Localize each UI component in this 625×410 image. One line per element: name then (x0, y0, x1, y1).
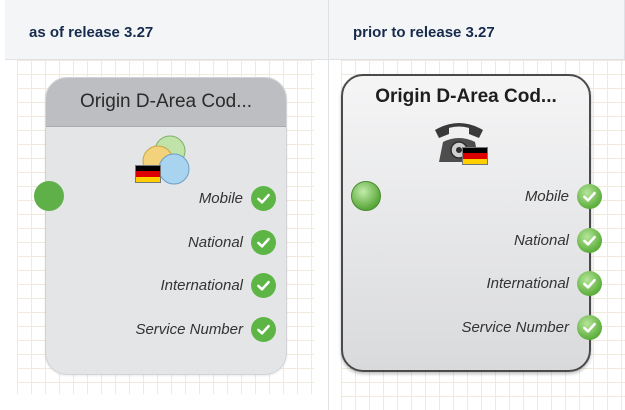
input-port[interactable] (34, 181, 64, 211)
german-flag-icon (463, 148, 487, 164)
check-icon (251, 229, 276, 255)
check-icon (251, 316, 276, 342)
output-service-number[interactable]: Service Number (461, 314, 602, 340)
check-icon (577, 227, 602, 253)
check-icon (577, 270, 602, 296)
node-title: Origin D-Area Cod... (46, 78, 286, 127)
output-international[interactable]: International (486, 270, 602, 296)
column-header-new-text: as of release 3.27 (29, 24, 154, 41)
cell-old-node: Origin D-Area Cod... Mobile National Int… (329, 60, 625, 410)
check-icon (251, 272, 276, 298)
node-origin-d-area-code-old[interactable]: Origin D-Area Cod... Mobile National Int… (341, 74, 602, 372)
column-header-new: as of release 3.27 (5, 0, 329, 60)
output-national[interactable]: National (514, 227, 602, 253)
column-header-old: prior to release 3.27 (329, 0, 625, 60)
output-label: Mobile (198, 189, 243, 207)
check-icon (577, 314, 602, 340)
telephone-with-german-flag-icon (429, 112, 489, 170)
node-origin-d-area-code-new[interactable]: Origin D-Area Cod... Mobile National Int… (45, 77, 287, 375)
output-label: National (513, 231, 569, 249)
output-label: Mobile (524, 187, 569, 205)
check-icon (577, 183, 602, 209)
output-national[interactable]: National (188, 229, 276, 255)
output-mobile[interactable]: Mobile (199, 185, 276, 211)
input-port[interactable] (351, 181, 381, 211)
column-header-old-text: prior to release 3.27 (353, 24, 495, 41)
output-label: Service Number (135, 320, 243, 338)
output-international[interactable]: International (160, 272, 276, 298)
node-title: Origin D-Area Cod... (375, 86, 557, 107)
colored-circles-with-german-flag-icon (134, 133, 194, 193)
output-service-number[interactable]: Service Number (135, 316, 276, 342)
output-label: Service Number (461, 318, 569, 336)
output-mobile[interactable]: Mobile (525, 183, 602, 209)
output-label: International (486, 274, 569, 292)
cell-new-node: Origin D-Area Cod... Mobile National Int… (5, 60, 329, 410)
check-icon (251, 185, 276, 211)
german-flag-icon (136, 166, 160, 182)
output-label: National (187, 233, 243, 251)
comparison-table: as of release 3.27 prior to release 3.27… (5, 0, 625, 410)
output-label: International (160, 276, 243, 294)
